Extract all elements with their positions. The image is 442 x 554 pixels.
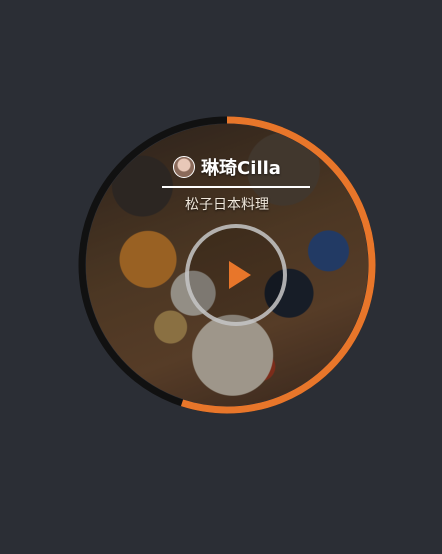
play-button[interactable]: [185, 224, 287, 326]
title-divider: [162, 186, 310, 188]
music-player: 琳琦Cilla 松子日本料理: [77, 115, 377, 415]
singer-avatar: [173, 156, 196, 178]
song-title: 松子日本料理: [185, 197, 269, 213]
album-cover: 琳琦Cilla 松子日本料理: [86, 124, 368, 406]
play-icon: [229, 261, 251, 289]
singer-name: 琳琦Cilla: [201, 158, 281, 179]
